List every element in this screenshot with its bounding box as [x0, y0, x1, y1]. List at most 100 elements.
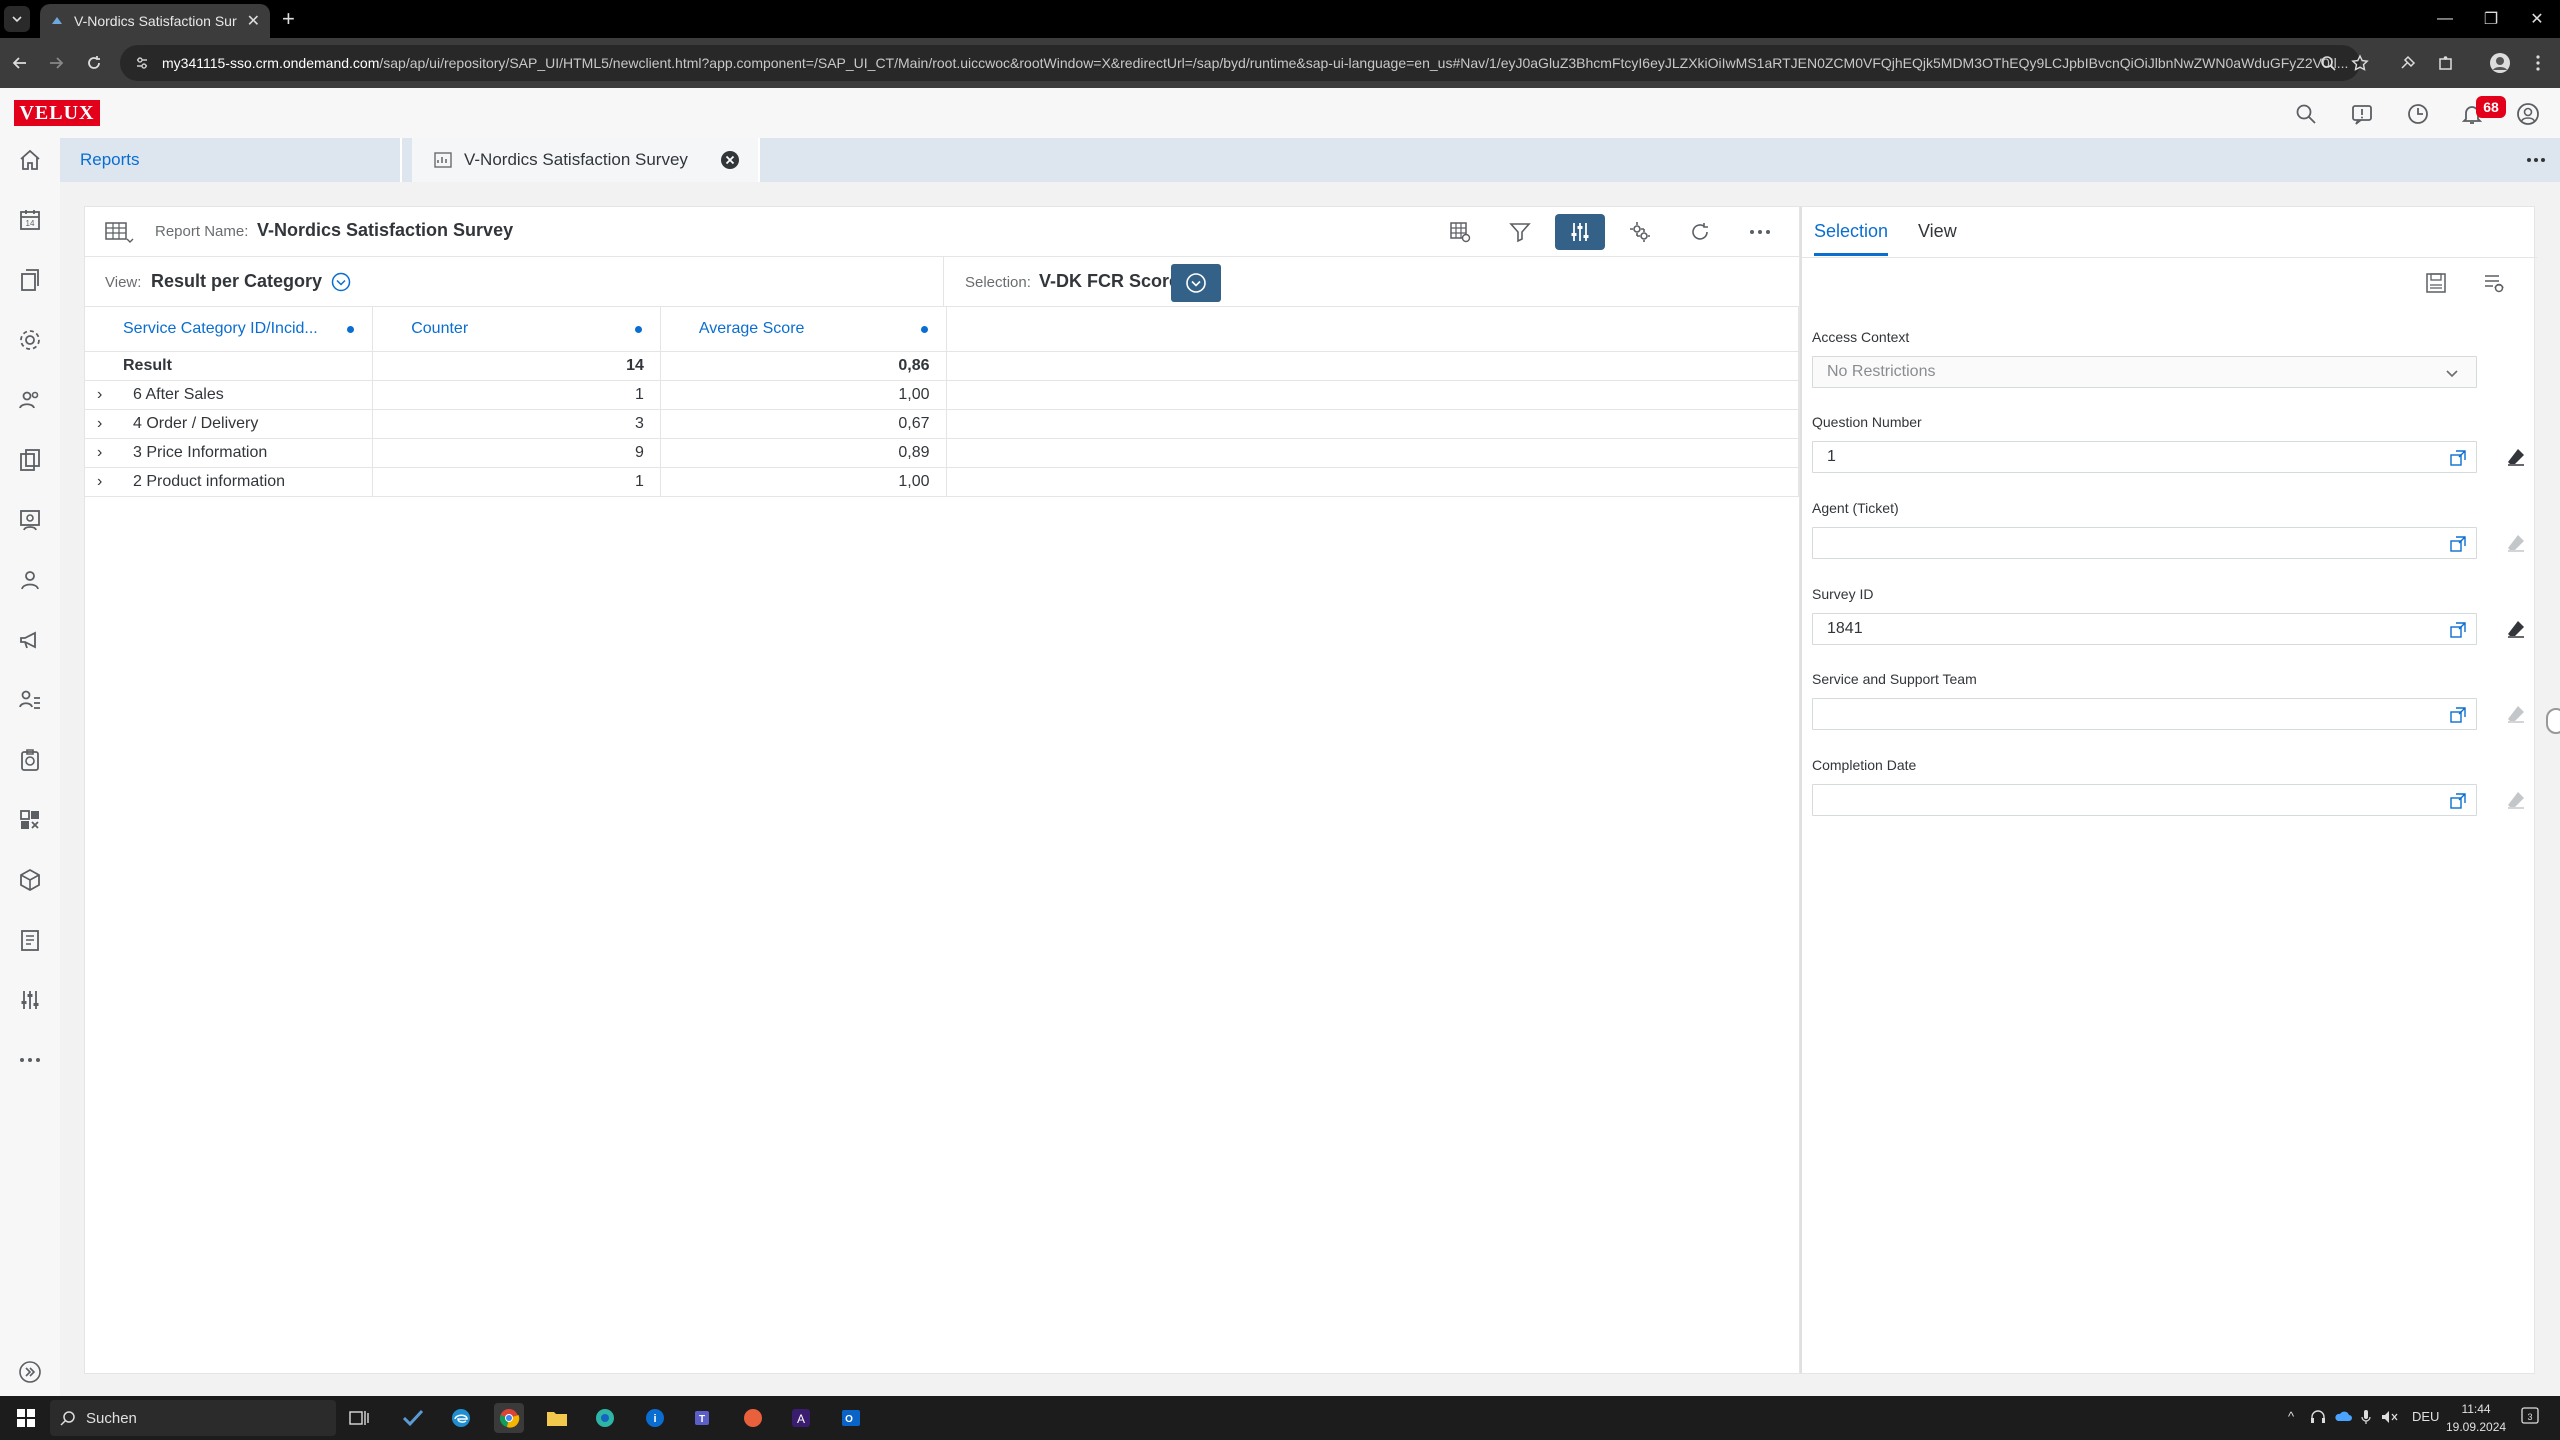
expand-arrow-icon[interactable]: ›: [97, 386, 115, 404]
selection-dropdown-button[interactable]: [1171, 264, 1221, 302]
people-icon[interactable]: [14, 384, 46, 416]
service-team-field[interactable]: [1812, 698, 2477, 730]
value-help-icon[interactable]: [2448, 448, 2468, 468]
person-icon[interactable]: [14, 564, 46, 596]
onedrive-cloud-icon[interactable]: [2334, 1409, 2352, 1423]
close-icon[interactable]: ✕: [247, 11, 260, 31]
refresh-button[interactable]: [1675, 214, 1725, 250]
settings-sliders-icon[interactable]: [14, 984, 46, 1016]
address-bar[interactable]: my341115-sso.crm.ondemand.com/sap/ap/ui/…: [120, 45, 2360, 81]
sales-person-icon[interactable]: [14, 684, 46, 716]
expand-arrow-icon[interactable]: ›: [97, 415, 115, 433]
question-number-field[interactable]: 1: [1812, 441, 2477, 473]
table-settings-button[interactable]: [1435, 214, 1485, 250]
edge-app-icon[interactable]: [590, 1403, 620, 1433]
chrome-browser-icon[interactable]: [494, 1403, 524, 1433]
tab-survey[interactable]: V-Nordics Satisfaction Survey: [412, 138, 758, 182]
tray-chevron-icon[interactable]: ^: [2288, 1409, 2294, 1424]
table-view-icon[interactable]: [105, 221, 135, 245]
teams-icon[interactable]: T: [688, 1403, 718, 1433]
more-actions-button[interactable]: [1735, 214, 1785, 250]
selection-toggle-button[interactable]: [1555, 214, 1605, 250]
tab-view[interactable]: View: [1918, 221, 1957, 242]
agent-ticket-field[interactable]: [1812, 527, 2477, 559]
value-help-icon[interactable]: [2448, 705, 2468, 725]
velux-logo[interactable]: VELUX: [14, 100, 100, 126]
product-box-icon[interactable]: [14, 864, 46, 896]
reports-icon[interactable]: [14, 924, 46, 956]
eraser-icon[interactable]: [2504, 445, 2528, 469]
speaker-muted-icon[interactable]: [2380, 1409, 2398, 1425]
reload-button[interactable]: [82, 51, 106, 75]
profile-avatar[interactable]: [2488, 51, 2512, 75]
save-selection-icon[interactable]: [2420, 267, 2452, 299]
taskbar-search[interactable]: Suchen: [50, 1400, 336, 1436]
app-blue-icon[interactable]: i: [640, 1403, 670, 1433]
qr-report-icon[interactable]: [14, 804, 46, 836]
bookmark-star-icon[interactable]: [2348, 51, 2372, 75]
browser-tab[interactable]: V-Nordics Satisfaction Survey - ✕: [40, 4, 270, 38]
restore-button[interactable]: ❐: [2468, 0, 2514, 38]
expand-arrow-icon[interactable]: ›: [97, 444, 115, 462]
customer-gear-icon[interactable]: [14, 324, 46, 356]
column-header-category[interactable]: Service Category ID/Incid...: [85, 307, 374, 352]
extension-icon[interactable]: [2396, 51, 2420, 75]
close-window-button[interactable]: ✕: [2514, 0, 2560, 38]
edge-browser-icon[interactable]: [446, 1403, 476, 1433]
site-info-icon[interactable]: [134, 55, 150, 71]
expand-arrow-icon[interactable]: ›: [97, 473, 115, 491]
browser-menu-icon[interactable]: [2526, 51, 2550, 75]
orange-app-icon[interactable]: [738, 1403, 768, 1433]
search-icon[interactable]: [2292, 100, 2320, 128]
column-header-counter[interactable]: Counter: [372, 307, 661, 352]
column-header-average-score[interactable]: Average Score: [660, 307, 947, 352]
task-view-icon[interactable]: [344, 1403, 374, 1433]
calendar-icon[interactable]: 14: [14, 204, 46, 236]
close-tab-icon[interactable]: [720, 150, 740, 170]
service-agent-icon[interactable]: [14, 504, 46, 536]
system-clock[interactable]: 11:44 19.09.2024: [2446, 1400, 2506, 1436]
eraser-icon[interactable]: [2504, 617, 2528, 641]
copy-documents-icon[interactable]: [14, 444, 46, 476]
purple-app-icon[interactable]: A: [786, 1403, 816, 1433]
svg-text:T: T: [699, 1414, 705, 1425]
survey-id-field[interactable]: 1841: [1812, 613, 2477, 645]
windows-start-icon[interactable]: [16, 1408, 36, 1428]
help-feedback-icon[interactable]: [2348, 100, 2376, 128]
tab-overflow-icon[interactable]: [2526, 150, 2546, 170]
back-button[interactable]: [8, 51, 32, 75]
tray-headset-icon[interactable]: [2310, 1409, 2326, 1425]
todo-app-icon[interactable]: [398, 1403, 428, 1433]
forward-button[interactable]: [44, 51, 68, 75]
new-tab-button[interactable]: +: [282, 8, 295, 30]
user-profile-icon[interactable]: [2514, 100, 2542, 128]
expand-nav-icon[interactable]: [14, 1356, 46, 1388]
tab-selection[interactable]: Selection: [1814, 221, 1888, 242]
zoom-icon[interactable]: [2316, 51, 2340, 75]
view-dropdown-icon[interactable]: [331, 272, 351, 292]
more-apps-icon[interactable]: [14, 1044, 46, 1076]
tab-reports[interactable]: Reports: [60, 138, 400, 182]
documents-icon[interactable]: [14, 264, 46, 296]
file-explorer-icon[interactable]: [542, 1403, 572, 1433]
history-clock-icon[interactable]: [2404, 100, 2432, 128]
manage-selections-icon[interactable]: [2478, 267, 2510, 299]
scroll-handle[interactable]: [2546, 708, 2560, 734]
value-help-icon[interactable]: [2448, 791, 2468, 811]
chart-settings-button[interactable]: [1615, 214, 1665, 250]
value-help-icon[interactable]: [2448, 620, 2468, 640]
value-help-icon[interactable]: [2448, 534, 2468, 554]
completion-date-field[interactable]: [1812, 784, 2477, 816]
megaphone-icon[interactable]: [14, 624, 46, 656]
minimize-button[interactable]: —: [2422, 0, 2468, 38]
home-icon[interactable]: [14, 144, 46, 176]
outlook-icon[interactable]: O: [836, 1403, 866, 1433]
survey-icon[interactable]: [14, 744, 46, 776]
filter-button[interactable]: [1495, 214, 1545, 250]
language-indicator[interactable]: DEU: [2412, 1409, 2439, 1424]
access-context-select[interactable]: No Restrictions: [1812, 356, 2477, 388]
tab-search-button[interactable]: [4, 6, 30, 32]
microphone-icon[interactable]: [2360, 1409, 2372, 1425]
extensions-puzzle-icon[interactable]: [2434, 51, 2458, 75]
notification-center-icon[interactable]: 3: [2520, 1406, 2540, 1426]
